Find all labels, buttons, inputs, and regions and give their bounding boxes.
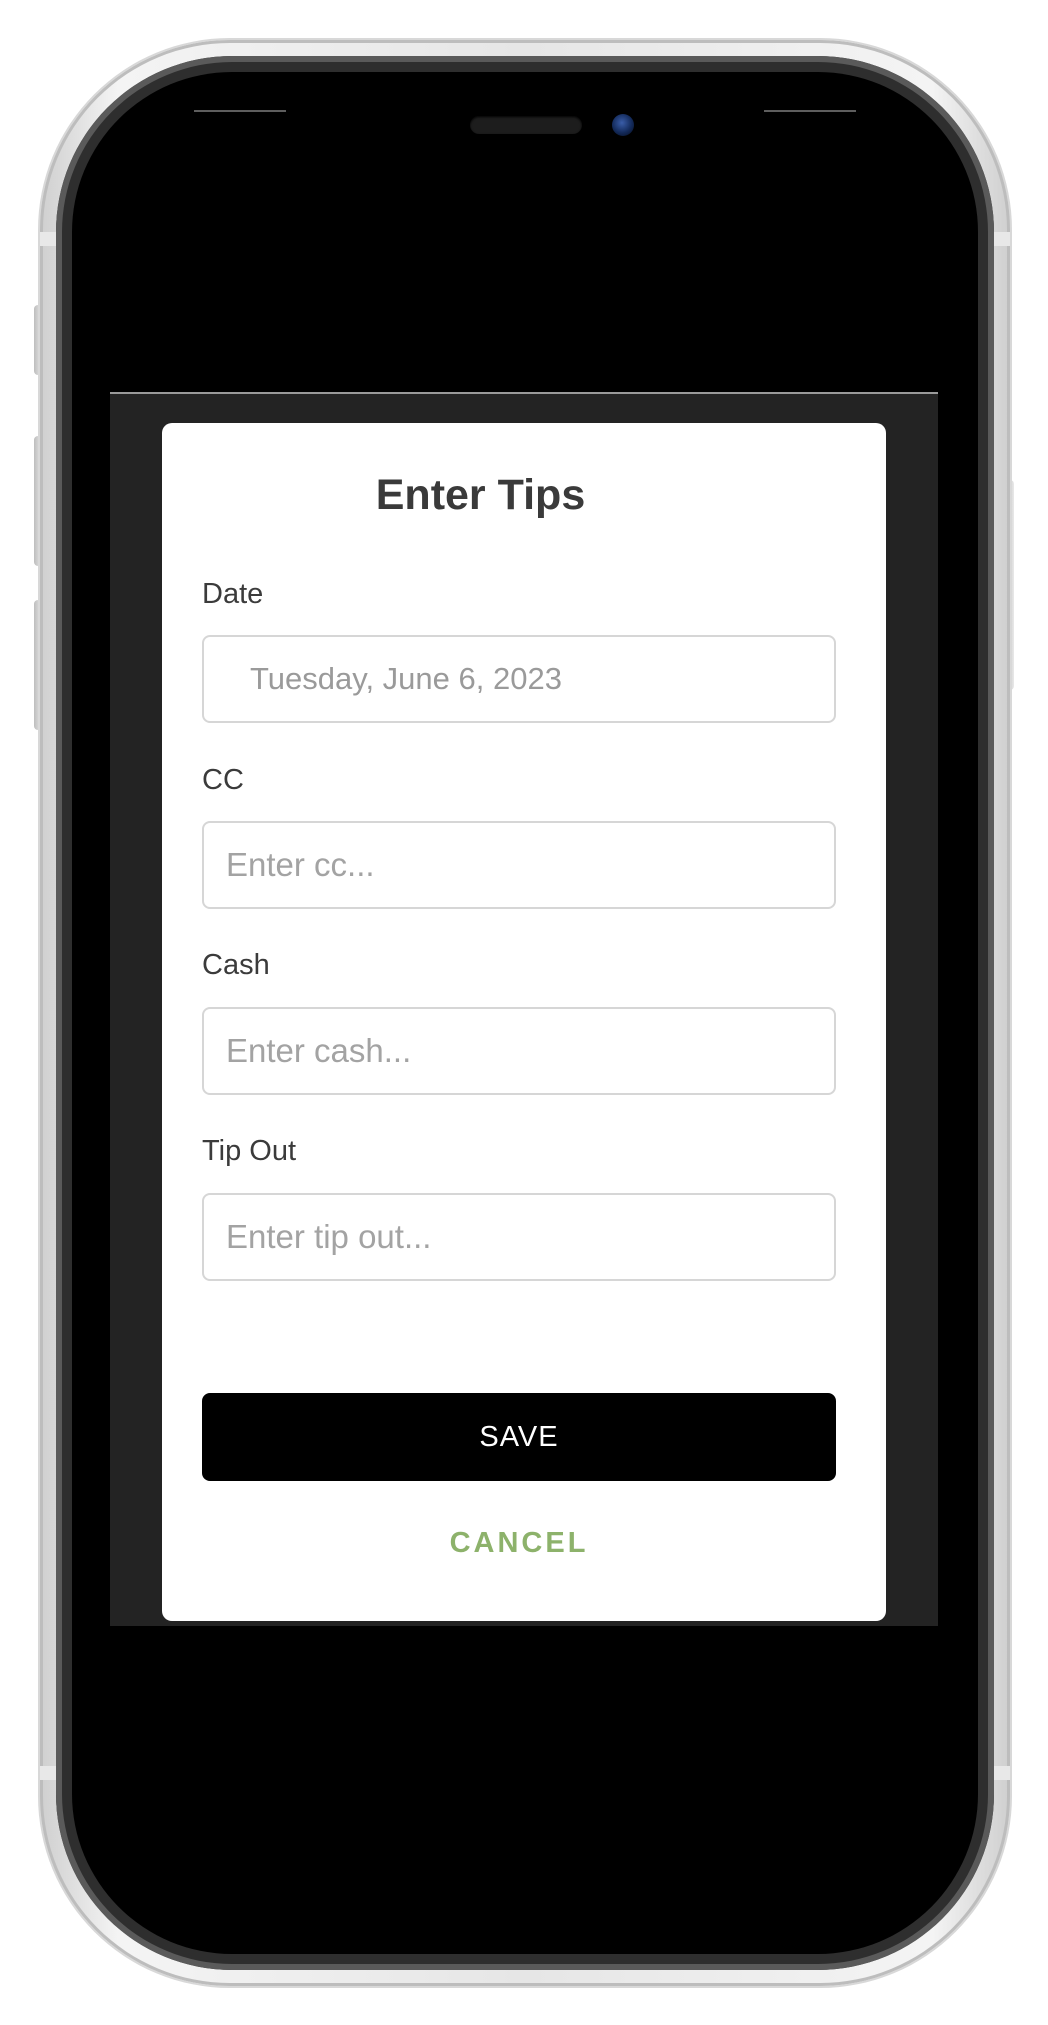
- device-mockup: Enter Tips Date Tuesday, June 6, 2023 CC…: [0, 0, 1048, 2025]
- cc-label: CC: [202, 764, 244, 796]
- save-button[interactable]: SAVE: [202, 1393, 836, 1481]
- modal-title: Enter Tips: [375, 471, 586, 519]
- cash-label: Cash: [202, 949, 270, 981]
- enter-tips-modal: Enter Tips Date Tuesday, June 6, 2023 CC…: [162, 423, 886, 1621]
- screen-top-edge: [764, 110, 856, 112]
- tip-out-input[interactable]: [202, 1193, 836, 1281]
- screen-top-edge: [194, 110, 286, 112]
- cc-input[interactable]: [202, 821, 836, 909]
- date-label: Date: [202, 578, 264, 610]
- earpiece-speaker: [470, 116, 582, 134]
- tip-out-label: Tip Out: [202, 1135, 297, 1167]
- date-field[interactable]: Tuesday, June 6, 2023: [202, 635, 836, 723]
- cash-input[interactable]: [202, 1007, 836, 1095]
- front-camera: [612, 114, 634, 136]
- cancel-button[interactable]: CANCEL: [202, 1513, 836, 1573]
